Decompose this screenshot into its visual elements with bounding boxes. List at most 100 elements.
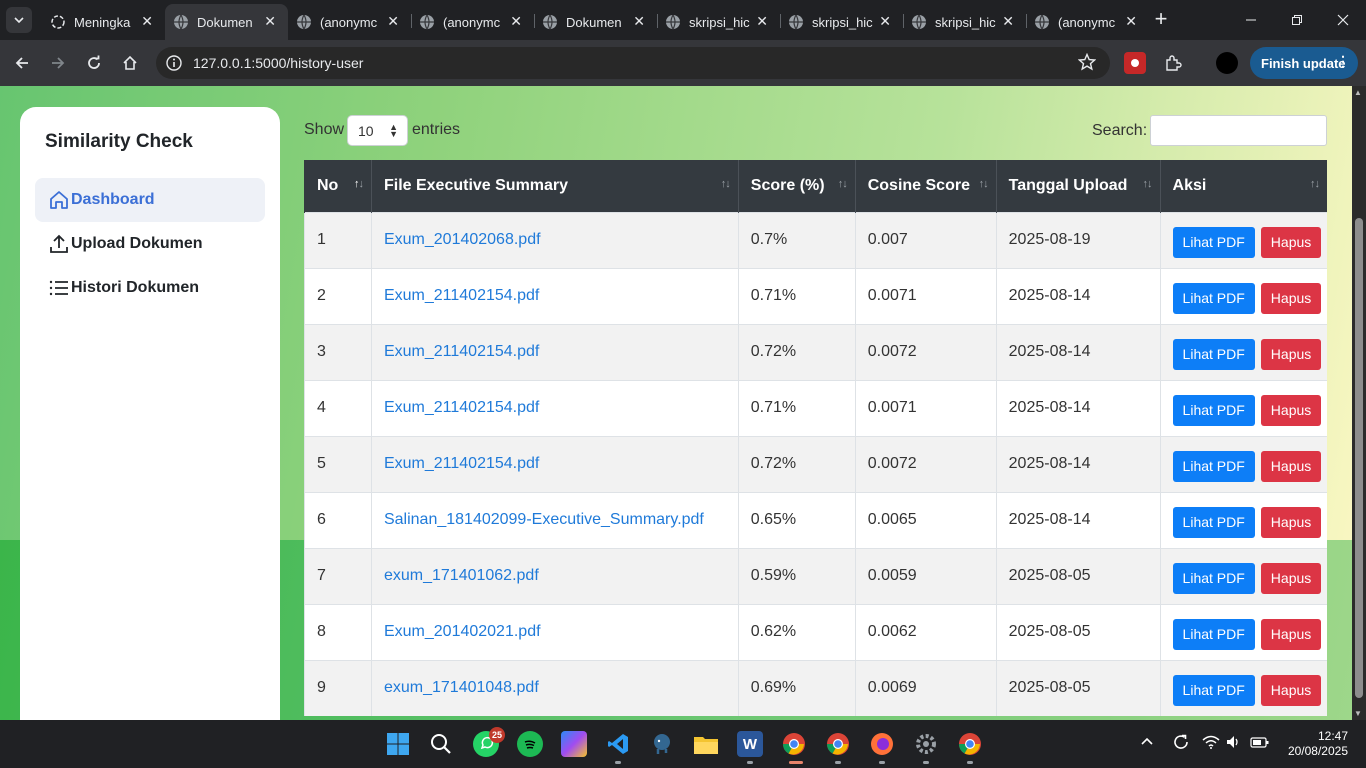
search-input[interactable]: [1150, 115, 1327, 146]
volume-icon[interactable]: [1226, 735, 1242, 752]
browser-tab[interactable]: Meningka ✕: [42, 4, 165, 40]
delete-button[interactable]: Hapus: [1260, 282, 1322, 314]
chrome-icon[interactable]: [781, 731, 807, 757]
tab-close-icon[interactable]: ✕: [141, 13, 153, 30]
file-link[interactable]: exum_171401048.pdf: [384, 679, 539, 696]
chrome-profile-n-icon[interactable]: [957, 731, 983, 757]
battery-icon[interactable]: [1250, 735, 1270, 752]
chrome-profile-w-icon[interactable]: [825, 731, 851, 757]
tab-close-icon[interactable]: ✕: [510, 13, 522, 30]
site-info-icon[interactable]: [165, 54, 183, 72]
view-pdf-button[interactable]: Lihat PDF: [1172, 394, 1255, 426]
tab-close-icon[interactable]: ✕: [756, 13, 768, 30]
firefox-icon[interactable]: [869, 731, 895, 757]
tab-close-icon[interactable]: ✕: [1002, 13, 1014, 30]
file-link[interactable]: Salinan_181402099-Executive_Summary.pdf: [384, 511, 704, 528]
delete-button[interactable]: Hapus: [1260, 394, 1322, 426]
view-pdf-button[interactable]: Lihat PDF: [1172, 282, 1255, 314]
view-pdf-button[interactable]: Lihat PDF: [1172, 506, 1255, 538]
bookmark-star-icon[interactable]: [1077, 52, 1097, 76]
back-button[interactable]: [8, 49, 36, 77]
file-link[interactable]: Exum_211402154.pdf: [384, 399, 539, 416]
sort-asc-icon: ↑↓: [353, 178, 364, 190]
view-pdf-button[interactable]: Lihat PDF: [1172, 226, 1255, 258]
file-link[interactable]: Exum_211402154.pdf: [384, 343, 539, 360]
settings-gear-icon[interactable]: [913, 731, 939, 757]
browser-tab[interactable]: skripsi_hic ✕: [903, 4, 1026, 40]
column-header-cosine[interactable]: Cosine Score ↑↓: [854, 160, 997, 212]
browser-tab[interactable]: skripsi_hic ✕: [780, 4, 903, 40]
restore-button[interactable]: [1274, 0, 1320, 40]
file-link[interactable]: Exum_201402021.pdf: [384, 623, 541, 640]
delete-button[interactable]: Hapus: [1260, 338, 1322, 370]
wifi-icon[interactable]: [1202, 735, 1220, 752]
spotify-icon[interactable]: [517, 731, 543, 757]
search-icon[interactable]: [428, 731, 454, 757]
column-header-action[interactable]: Aksi ↑↓: [1159, 160, 1327, 212]
whatsapp-icon[interactable]: 25: [473, 727, 505, 757]
column-header-score[interactable]: Score (%) ↑↓: [737, 160, 856, 212]
tab-close-icon[interactable]: ✕: [879, 13, 891, 30]
file-link[interactable]: exum_171401062.pdf: [384, 567, 539, 584]
close-icon: [1337, 14, 1349, 26]
chevron-up-icon[interactable]: [1140, 735, 1154, 752]
browser-tab[interactable]: Dokumen ✕: [534, 4, 657, 40]
close-window-button[interactable]: [1320, 0, 1366, 40]
view-pdf-button[interactable]: Lihat PDF: [1172, 618, 1255, 650]
copilot-icon[interactable]: [561, 731, 587, 757]
minimize-button[interactable]: [1228, 0, 1274, 40]
file-explorer-icon[interactable]: [693, 731, 719, 757]
start-windows-icon[interactable]: [385, 731, 411, 757]
column-header-date[interactable]: Tanggal Upload ↑↓: [995, 160, 1161, 212]
tab-close-icon[interactable]: ✕: [1125, 13, 1137, 30]
tab-close-icon[interactable]: ✕: [633, 13, 645, 30]
browser-tab[interactable]: (anonymc ✕: [1026, 4, 1149, 40]
address-bar[interactable]: 127.0.0.1:5000/history-user: [156, 47, 1110, 79]
word-icon[interactable]: W: [737, 731, 763, 757]
delete-button[interactable]: Hapus: [1260, 562, 1322, 594]
vscode-icon[interactable]: [605, 731, 631, 757]
delete-button[interactable]: Hapus: [1260, 226, 1322, 258]
view-pdf-button[interactable]: Lihat PDF: [1172, 674, 1255, 706]
column-header-file[interactable]: File Executive Summary ↑↓: [370, 160, 739, 212]
view-pdf-button[interactable]: Lihat PDF: [1172, 450, 1255, 482]
finish-update-button[interactable]: Finish update ⋮: [1250, 47, 1358, 79]
view-pdf-button[interactable]: Lihat PDF: [1172, 562, 1255, 594]
cell-actions: Lihat PDF Hapus: [1159, 379, 1327, 436]
extensions-puzzle-icon[interactable]: [1160, 50, 1186, 76]
sidebar-item-history[interactable]: Histori Dokumen: [35, 266, 265, 310]
scrollbar-thumb[interactable]: [1355, 218, 1363, 698]
profile-avatar[interactable]: [1214, 50, 1240, 76]
sync-icon[interactable]: [1172, 733, 1190, 754]
postgresql-icon[interactable]: [649, 731, 675, 757]
browser-tab[interactable]: (anonymc ✕: [288, 4, 411, 40]
tab-close-icon[interactable]: ✕: [264, 13, 276, 30]
delete-button[interactable]: Hapus: [1260, 618, 1322, 650]
scroll-up-icon[interactable]: ▲: [1354, 88, 1362, 97]
new-tab-button[interactable]: +: [1149, 8, 1173, 32]
browser-tab[interactable]: (anonymc ✕: [411, 4, 534, 40]
delete-button[interactable]: Hapus: [1260, 674, 1322, 706]
view-pdf-button[interactable]: Lihat PDF: [1172, 338, 1255, 370]
delete-button[interactable]: Hapus: [1260, 506, 1322, 538]
sidebar-item-upload[interactable]: Upload Dokumen: [35, 222, 265, 266]
home-button[interactable]: [116, 49, 144, 77]
column-header-no[interactable]: No ↑↓: [304, 160, 372, 212]
file-link[interactable]: Exum_211402154.pdf: [384, 455, 539, 472]
scroll-down-icon[interactable]: ▼: [1354, 709, 1362, 718]
file-link[interactable]: Exum_201402068.pdf: [384, 231, 541, 248]
entries-select[interactable]: 10 ▲ ▼: [347, 115, 408, 146]
tab-title: skripsi_hic: [689, 14, 750, 30]
sidebar-item-dashboard[interactable]: Dashboard: [35, 178, 265, 222]
reload-button[interactable]: [80, 49, 108, 77]
forward-button[interactable]: [44, 49, 72, 77]
tab-search-button[interactable]: [6, 7, 32, 33]
browser-tab[interactable]: Dokumen ✕: [165, 4, 288, 40]
page-scrollbar[interactable]: ▲ ▼: [1352, 86, 1366, 720]
tab-close-icon[interactable]: ✕: [387, 13, 399, 30]
extension-red-icon[interactable]: [1124, 52, 1146, 74]
delete-button[interactable]: Hapus: [1260, 450, 1322, 482]
browser-tab[interactable]: skripsi_hic ✕: [657, 4, 780, 40]
system-clock[interactable]: 12:47 20/08/2025: [1282, 729, 1348, 759]
file-link[interactable]: Exum_211402154.pdf: [384, 287, 539, 304]
